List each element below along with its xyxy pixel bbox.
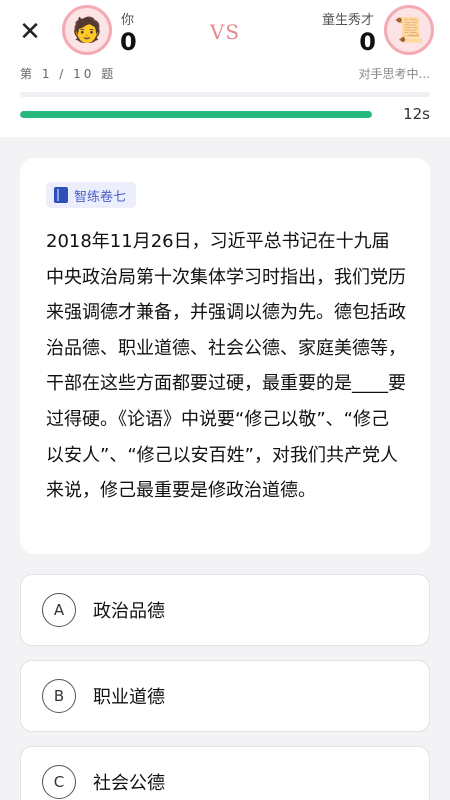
- option-letter: B: [42, 679, 76, 713]
- option-a[interactable]: A 政治品德: [20, 574, 430, 646]
- paper-tag-label: 智练卷七: [74, 189, 127, 205]
- header-divider: [20, 92, 430, 97]
- option-b[interactable]: B 职业道德: [20, 660, 430, 732]
- opponent-name: 童生秀才: [321, 13, 374, 28]
- paper-tag: 智练卷七: [46, 182, 137, 208]
- vs-label: VS: [209, 20, 241, 44]
- timer-progress-fill: [20, 111, 372, 118]
- battle-header: ✕ 🧑 你 0 VS 童生秀才 0 📜 第 1 / 10 题 对手思考中... …: [0, 0, 450, 137]
- opponent-score: 0: [359, 28, 376, 56]
- timer-progress-bar: [20, 111, 372, 118]
- question-text: 2018年11月26日，习近平总书记在十九届中央政治局第十次集体学习时指出，我们…: [46, 231, 406, 502]
- book-icon: [54, 187, 68, 203]
- option-text: 政治品德: [93, 601, 165, 622]
- question-counter: 第 1 / 10 题: [20, 67, 117, 81]
- option-c[interactable]: C 社会公德: [20, 746, 430, 800]
- opponent-avatar: 📜: [384, 5, 434, 55]
- option-text: 职业道德: [93, 687, 165, 708]
- opponent-status: 对手思考中...: [358, 67, 430, 81]
- countdown-timer: 12s: [403, 105, 430, 123]
- option-letter: A: [42, 593, 76, 627]
- question-card: 智练卷七 2018年11月26日，习近平总书记在十九届中央政治局第十次集体学习时…: [20, 158, 430, 554]
- scroll-avatar-icon: 📜: [394, 16, 424, 44]
- option-text: 社会公德: [93, 773, 165, 794]
- option-letter: C: [42, 765, 76, 799]
